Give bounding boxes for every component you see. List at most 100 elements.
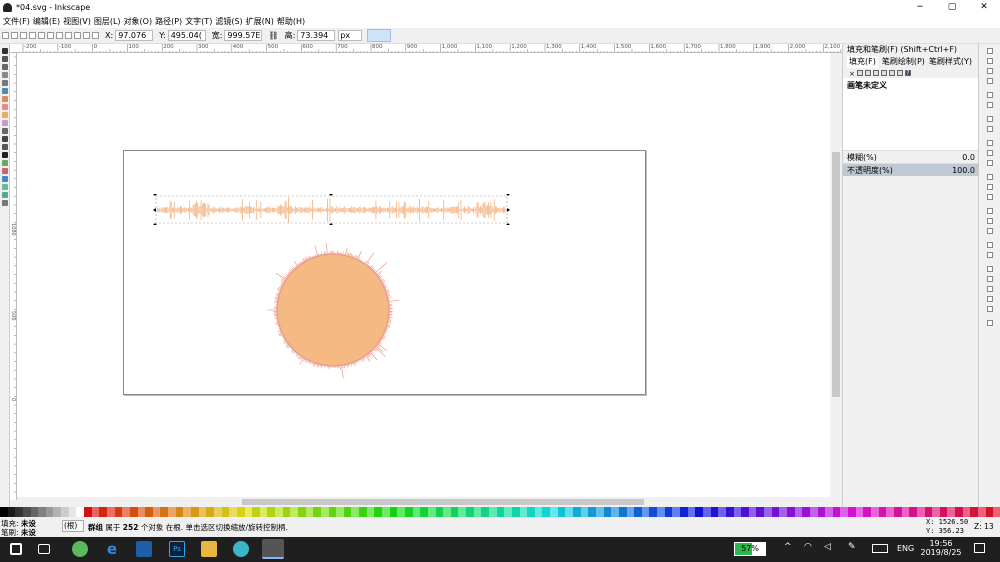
palette-swatch[interactable] bbox=[15, 507, 23, 517]
action-center-icon[interactable] bbox=[974, 543, 985, 553]
zoom-drawing-icon[interactable] bbox=[987, 184, 993, 190]
menu-extensions[interactable]: 扩展(N) bbox=[246, 16, 274, 27]
new-document-icon[interactable] bbox=[987, 48, 993, 54]
palette-swatch[interactable] bbox=[267, 507, 276, 517]
palette-swatch[interactable] bbox=[573, 507, 581, 517]
menu-layer[interactable]: 图层(L) bbox=[94, 16, 121, 27]
unlink-clone-icon[interactable] bbox=[987, 228, 993, 234]
palette-swatch[interactable] bbox=[695, 507, 703, 517]
palette-swatch[interactable] bbox=[7, 507, 16, 517]
battery-indicator[interactable]: 57% bbox=[734, 542, 766, 556]
clone-icon[interactable] bbox=[987, 218, 993, 224]
palette-swatch[interactable] bbox=[236, 507, 245, 517]
tab-stroke-style[interactable]: 笔刷样式(Y) bbox=[929, 56, 972, 68]
raise-to-top-icon[interactable] bbox=[65, 32, 72, 39]
palette-swatch[interactable] bbox=[244, 507, 253, 517]
palette-swatch[interactable] bbox=[168, 507, 176, 517]
palette-swatch[interactable] bbox=[718, 507, 726, 517]
raise-icon[interactable] bbox=[74, 32, 81, 39]
palette-swatch[interactable] bbox=[511, 507, 520, 517]
measure-tool-icon[interactable] bbox=[2, 80, 8, 86]
palette-swatch[interactable] bbox=[206, 507, 214, 517]
width-field[interactable]: 999.57E bbox=[224, 30, 263, 41]
gradient-tool-icon[interactable] bbox=[2, 184, 8, 190]
palette-swatch[interactable] bbox=[328, 507, 337, 517]
tab-stroke-paint[interactable]: 笔刷绘制(P) bbox=[882, 56, 925, 68]
bucket-tool-icon[interactable] bbox=[2, 176, 8, 182]
flat-color-icon[interactable] bbox=[856, 70, 863, 76]
palette-swatch[interactable] bbox=[557, 507, 566, 517]
palette-swatch[interactable] bbox=[542, 507, 551, 517]
waveform-group[interactable] bbox=[157, 197, 507, 223]
fill-stroke-icon[interactable] bbox=[987, 266, 993, 272]
rotate-cw-icon[interactable] bbox=[38, 32, 45, 39]
unset-icon[interactable]: ? bbox=[904, 70, 911, 77]
palette-swatch[interactable] bbox=[458, 507, 467, 517]
palette-swatch[interactable] bbox=[710, 507, 719, 517]
menu-help[interactable]: 帮助(H) bbox=[277, 16, 305, 27]
palette-swatch[interactable] bbox=[473, 507, 482, 517]
palette-swatch[interactable] bbox=[404, 507, 413, 517]
palette-swatch[interactable] bbox=[687, 507, 696, 517]
menu-filters[interactable]: 滤镜(S) bbox=[215, 16, 242, 27]
zoom-selection-icon[interactable] bbox=[987, 174, 993, 180]
palette-swatch[interactable] bbox=[955, 507, 963, 517]
palette-swatch[interactable] bbox=[626, 507, 635, 517]
palette-swatch[interactable] bbox=[45, 507, 54, 517]
layers-icon[interactable] bbox=[987, 286, 993, 292]
dropper-tool-icon[interactable] bbox=[2, 200, 8, 206]
menu-file[interactable]: 文件(F) bbox=[3, 16, 30, 27]
palette-swatch[interactable] bbox=[183, 507, 192, 517]
palette-swatch[interactable] bbox=[213, 507, 222, 517]
palette-swatch[interactable] bbox=[129, 507, 138, 517]
palette-swatch[interactable] bbox=[657, 507, 665, 517]
pencil-tool-icon[interactable] bbox=[2, 128, 8, 134]
palette-swatch[interactable] bbox=[924, 507, 933, 517]
minimize-button[interactable]: − bbox=[904, 0, 936, 14]
palette-swatch[interactable] bbox=[595, 507, 604, 517]
palette-swatch[interactable] bbox=[771, 507, 780, 517]
vertical-scroll-thumb[interactable] bbox=[832, 152, 840, 397]
palette-swatch[interactable] bbox=[122, 507, 130, 517]
palette-swatch[interactable] bbox=[259, 507, 268, 517]
browser-360-icon[interactable] bbox=[72, 541, 88, 557]
palette-swatch[interactable] bbox=[427, 507, 436, 517]
palette-swatch[interactable] bbox=[91, 507, 100, 517]
text-tool-icon[interactable] bbox=[2, 152, 8, 158]
palette-swatch[interactable] bbox=[733, 507, 742, 517]
palette-swatch[interactable] bbox=[649, 507, 658, 517]
palette-swatch[interactable] bbox=[519, 507, 528, 517]
palette-swatch[interactable] bbox=[878, 507, 887, 517]
select-all-layers-icon[interactable] bbox=[11, 32, 18, 39]
cut-icon[interactable] bbox=[987, 150, 993, 156]
palette-swatch[interactable] bbox=[802, 507, 810, 517]
palette-swatch[interactable] bbox=[962, 507, 971, 517]
import-icon[interactable] bbox=[987, 92, 993, 98]
palette-swatch[interactable] bbox=[152, 507, 161, 517]
tab-fill[interactable]: 填充(F) bbox=[847, 56, 878, 68]
palette-swatch[interactable] bbox=[99, 507, 107, 517]
palette-swatch[interactable] bbox=[38, 507, 46, 517]
palette-swatch[interactable] bbox=[947, 507, 956, 517]
palette-swatch[interactable] bbox=[748, 507, 757, 517]
palette-swatch[interactable] bbox=[382, 507, 390, 517]
palette-swatch[interactable] bbox=[114, 507, 123, 517]
palette-swatch[interactable] bbox=[779, 507, 787, 517]
palette-swatch[interactable] bbox=[855, 507, 864, 517]
palette-swatch[interactable] bbox=[993, 507, 1000, 517]
palette-swatch[interactable] bbox=[534, 507, 543, 517]
palette-swatch[interactable] bbox=[565, 507, 574, 517]
palette-swatch[interactable] bbox=[886, 507, 894, 517]
group-icon[interactable] bbox=[987, 242, 993, 248]
x-field[interactable]: 97.076 bbox=[115, 30, 154, 41]
y-field[interactable]: 495.04( bbox=[167, 30, 206, 41]
palette-swatch[interactable] bbox=[756, 507, 765, 517]
palette-swatch[interactable] bbox=[198, 507, 207, 517]
blur-value[interactable]: 0.0 bbox=[962, 153, 975, 162]
ungroup-icon[interactable] bbox=[987, 252, 993, 258]
palette-swatch[interactable] bbox=[435, 507, 444, 517]
palette-swatch[interactable] bbox=[809, 507, 818, 517]
palette-swatch[interactable] bbox=[229, 507, 237, 517]
text-font-icon[interactable] bbox=[987, 276, 993, 282]
lower-icon[interactable] bbox=[83, 32, 90, 39]
